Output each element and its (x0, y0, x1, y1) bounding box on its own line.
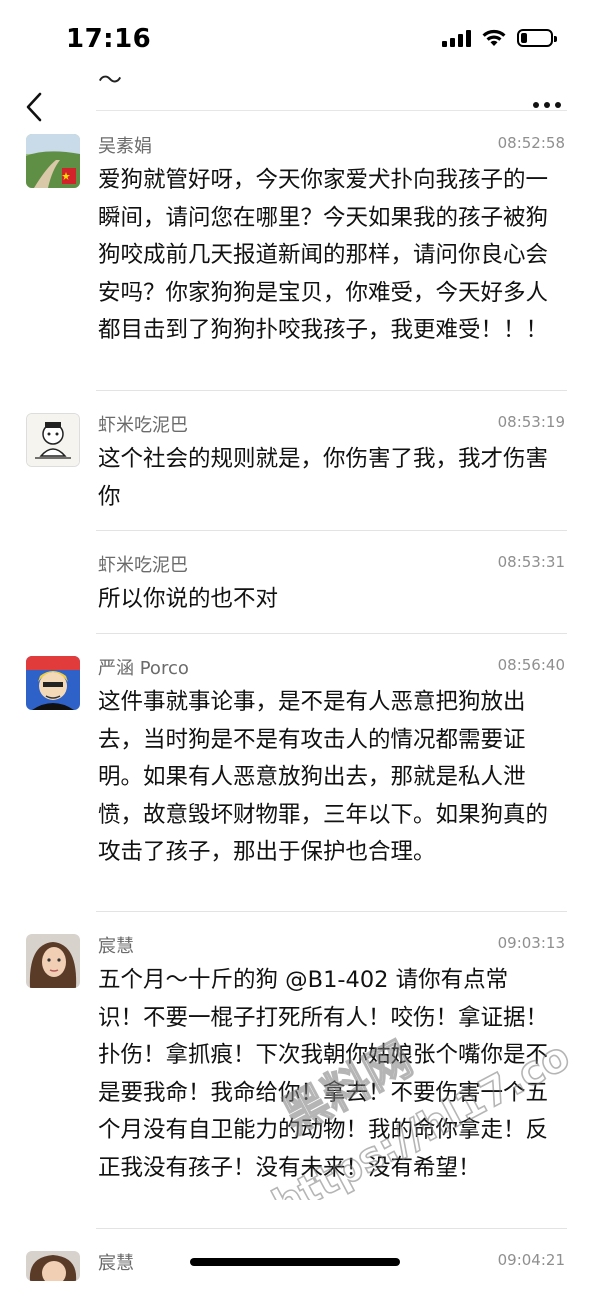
comment-author[interactable]: 吴素娟 (98, 132, 152, 158)
comment-time: 08:56:40 (497, 656, 565, 674)
comment-time: 08:53:19 (497, 413, 565, 431)
comment-text: 这个社会的规则就是，你伤害了我，我才伤害你 (98, 446, 549, 510)
avatar[interactable] (26, 656, 80, 710)
status-time: 17:16 (66, 24, 152, 54)
comment-author[interactable]: 严涵 Porco (98, 654, 189, 680)
comment-text: 这件事就事论事，是不是有人恶意把狗放出去，当时狗是不是有攻击人的情况都需要证明。… (98, 689, 549, 865)
comment-item: 宸慧 09:03:13 五个月～十斤的狗 @B1-402 请你有点常识！不要一棍… (0, 912, 591, 1229)
comment-text: 爱狗就管好呀，今天你家爱犬扑向我孩子的一瞬间，请问您在哪里？今天如果我的孩子被狗… (98, 167, 549, 343)
comment-author[interactable]: 宸慧 (98, 1249, 134, 1275)
comment-item: 虾米吃泥巴 08:53:31 所以你说的也不对 (0, 531, 591, 634)
comment-author[interactable]: 虾米吃泥巴 (98, 411, 188, 437)
avatar[interactable] (26, 1251, 80, 1281)
comment-text: 所以你说的也不对 (98, 586, 279, 612)
comment-item: 吴素娟 08:52:58 爱狗就管好呀，今天你家爱犬扑向我孩子的一瞬间，请问您在… (0, 112, 591, 391)
avatar[interactable] (26, 413, 80, 467)
top-nav: ～ (0, 60, 591, 122)
nav-divider (96, 110, 567, 111)
nav-title: ～ (98, 66, 122, 94)
cellular-signal-icon (442, 29, 471, 47)
comment-text: 五个月～十斤的狗 @B1-402 请你有点常识！不要一棍子打死所有人！咬伤！拿证… (98, 967, 549, 1181)
avatar[interactable] (26, 134, 80, 188)
comment-time: 09:04:21 (497, 1251, 565, 1269)
avatar[interactable] (26, 934, 80, 988)
comment-time: 08:53:31 (497, 553, 565, 571)
wifi-icon (482, 29, 506, 46)
comment-time: 08:52:58 (497, 134, 565, 152)
battery-icon (517, 29, 557, 47)
comment-item: 虾米吃泥巴 08:53:19 这个社会的规则就是，你伤害了我，我才伤害你 (0, 391, 591, 531)
comment-item: 严涵 Porco 08:56:40 这件事就事论事，是不是有人恶意把狗放出去，当… (0, 634, 591, 912)
comment-list: 吴素娟 08:52:58 爱狗就管好呀，今天你家爱犬扑向我孩子的一瞬间，请问您在… (0, 112, 591, 1289)
status-icons (442, 28, 557, 48)
comment-time: 09:03:13 (497, 934, 565, 952)
comment-author[interactable]: 虾米吃泥巴 (98, 551, 188, 577)
more-options-icon[interactable] (531, 100, 563, 110)
home-indicator[interactable] (190, 1258, 400, 1266)
comment-author[interactable]: 宸慧 (98, 932, 134, 958)
